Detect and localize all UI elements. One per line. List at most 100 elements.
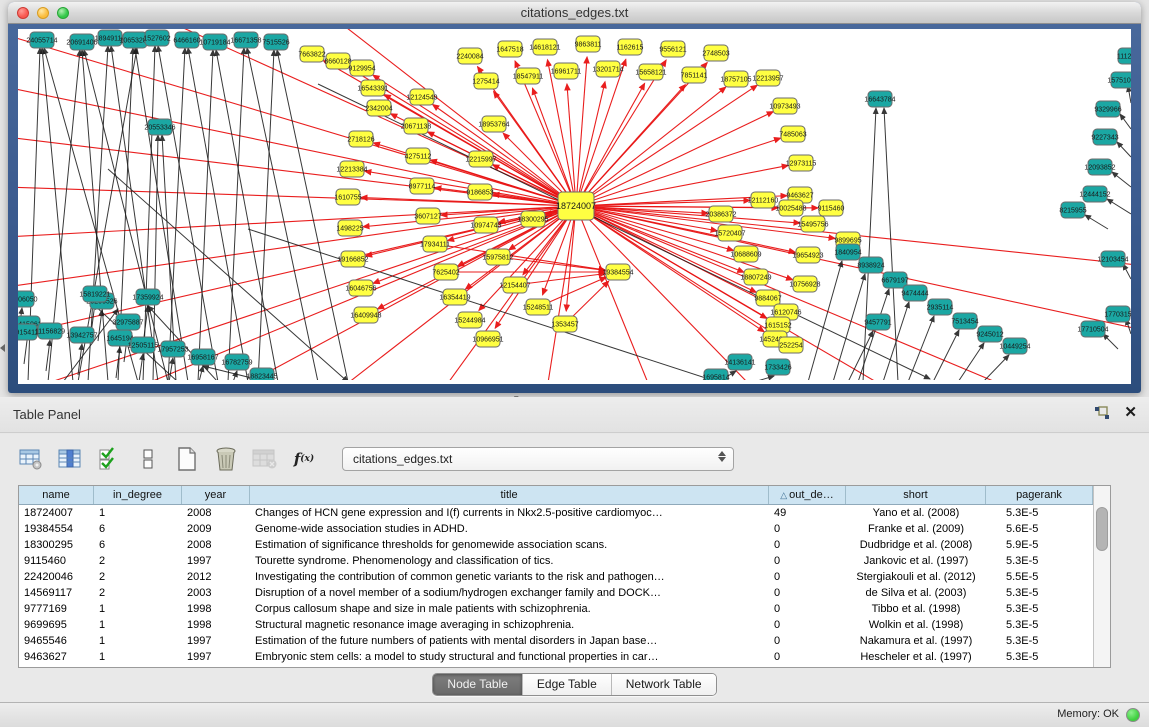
graph-node[interactable] <box>836 244 860 260</box>
graph-node[interactable] <box>618 39 642 55</box>
graph-node[interactable] <box>354 307 378 323</box>
graph-node[interactable] <box>410 178 434 194</box>
graph-node[interactable] <box>458 48 482 64</box>
graph-node[interactable] <box>503 277 527 293</box>
column-header-title[interactable]: title <box>250 486 769 504</box>
graph-node[interactable] <box>1101 251 1125 267</box>
table-row[interactable]: 969969511998Structural magnetic resonanc… <box>19 617 1093 633</box>
graph-node[interactable] <box>1081 321 1105 337</box>
graph-node[interactable] <box>819 200 843 216</box>
graph-node[interactable] <box>859 257 883 273</box>
graph-node[interactable] <box>175 32 199 48</box>
graph-node[interactable] <box>98 30 122 46</box>
graph-node[interactable] <box>1088 159 1112 175</box>
graph-node[interactable] <box>576 36 600 52</box>
graph-node[interactable] <box>416 208 440 224</box>
graph-node[interactable] <box>801 216 825 232</box>
graph-node[interactable] <box>264 34 288 50</box>
graph-node[interactable] <box>38 323 62 339</box>
graph-node[interactable] <box>1106 306 1130 322</box>
graph-node[interactable] <box>779 337 803 353</box>
graph-node[interactable] <box>1003 338 1027 354</box>
graph-node[interactable] <box>903 285 927 301</box>
select-all-checks-icon[interactable] <box>94 445 124 473</box>
graph-node[interactable] <box>404 118 428 134</box>
graph-node[interactable] <box>709 206 733 222</box>
graph-node[interactable] <box>1111 72 1131 88</box>
vertical-scrollbar[interactable] <box>1093 486 1110 667</box>
graph-node[interactable] <box>978 326 1002 342</box>
graph-node[interactable] <box>410 89 434 105</box>
graph-node[interactable] <box>458 312 482 328</box>
graph-node[interactable] <box>474 217 498 233</box>
graph-node[interactable] <box>1096 101 1120 117</box>
graph-node[interactable] <box>443 289 467 305</box>
graph-node[interactable] <box>18 324 37 340</box>
float-panel-icon[interactable] <box>1094 406 1110 420</box>
graph-node[interactable] <box>423 236 447 252</box>
graph-node[interactable] <box>148 119 172 135</box>
graph-node[interactable] <box>789 155 813 171</box>
graph-node[interactable] <box>350 60 374 76</box>
graph-node[interactable] <box>468 184 492 200</box>
graph-node[interactable] <box>953 313 977 329</box>
graph-node[interactable] <box>349 131 373 147</box>
graph-node[interactable] <box>18 291 34 307</box>
table-row[interactable]: 1938455462009Genome-wide association stu… <box>19 521 1093 537</box>
graph-node[interactable] <box>70 34 94 50</box>
graph-node[interactable] <box>766 359 790 375</box>
graph-node[interactable] <box>744 269 768 285</box>
graph-node[interactable] <box>340 161 364 177</box>
column-header-in_degree[interactable]: in_degree <box>94 486 182 504</box>
graph-node[interactable] <box>868 91 892 107</box>
column-header-short[interactable]: short <box>846 486 986 504</box>
trash-icon[interactable] <box>211 445 241 473</box>
graph-node[interactable] <box>300 46 324 62</box>
graph-node[interactable] <box>161 341 185 357</box>
graph-node[interactable] <box>1083 186 1107 202</box>
window-titlebar[interactable]: citations_edges.txt <box>8 2 1141 24</box>
graph-node[interactable] <box>751 192 775 208</box>
graph-node[interactable] <box>108 330 132 346</box>
graph-node[interactable] <box>558 192 594 220</box>
graph-node[interactable] <box>554 63 578 79</box>
graph-node[interactable] <box>533 39 557 55</box>
tab-network-table[interactable]: Network Table <box>612 674 716 695</box>
graph-node[interactable] <box>83 286 107 302</box>
graph-node[interactable] <box>704 45 728 61</box>
graph-node[interactable] <box>225 354 249 370</box>
graph-node[interactable] <box>336 189 360 205</box>
graph-node[interactable] <box>1093 129 1117 145</box>
graph-node[interactable] <box>728 354 752 370</box>
graph-node[interactable] <box>367 100 391 116</box>
graph-node[interactable] <box>526 299 550 315</box>
table-row[interactable]: 946362711997Embryonic stem cells: a mode… <box>19 649 1093 665</box>
column-header-out_de[interactable]: △out_de… <box>769 486 846 504</box>
graph-node[interactable] <box>434 264 458 280</box>
graph-node[interactable] <box>793 276 817 292</box>
tab-edge-table[interactable]: Edge Table <box>523 674 612 695</box>
graph-node[interactable] <box>131 337 155 353</box>
network-canvas[interactable]: 1872400718300295766382286601289129954165… <box>18 29 1131 384</box>
graph-node[interactable] <box>136 289 160 305</box>
table-row[interactable]: 911546021997Tourette syndrome. Phenomeno… <box>19 553 1093 569</box>
graph-node[interactable] <box>469 151 493 167</box>
column-header-name[interactable]: name <box>19 486 94 504</box>
graph-node[interactable] <box>482 116 506 132</box>
graph-node[interactable] <box>498 41 522 57</box>
table-row[interactable]: 1872400712008Changes of HCN gene express… <box>19 505 1093 521</box>
graph-node[interactable] <box>116 314 140 330</box>
graph-node[interactable] <box>234 32 258 48</box>
graph-node[interactable] <box>779 200 803 216</box>
graph-node[interactable] <box>553 316 577 332</box>
graph-node[interactable] <box>203 34 227 50</box>
graph-node[interactable] <box>486 249 510 265</box>
graph-node[interactable] <box>773 98 797 114</box>
graph-node[interactable] <box>349 280 373 296</box>
graph-node[interactable] <box>734 246 758 262</box>
graph-node[interactable] <box>866 314 890 330</box>
tab-node-table[interactable]: Node Table <box>433 674 523 695</box>
graph-node[interactable] <box>1061 202 1085 218</box>
graph-node[interactable] <box>250 368 274 380</box>
scrollbar-thumb[interactable] <box>1096 507 1108 551</box>
